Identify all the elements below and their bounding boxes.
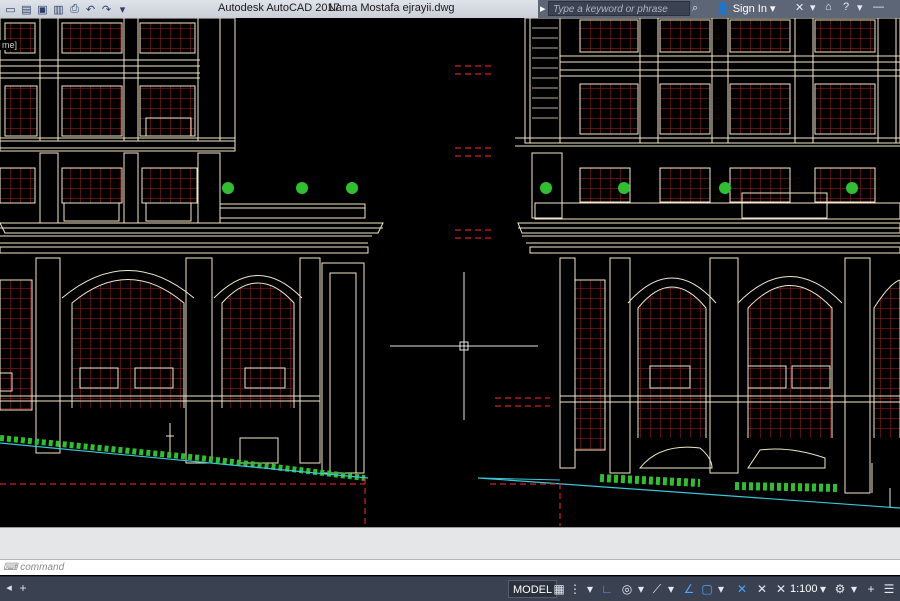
search-icon[interactable]: ⌕ xyxy=(692,1,706,16)
chevron-down-icon[interactable]: ▾ xyxy=(818,580,828,598)
new-icon[interactable]: ▭ xyxy=(4,3,17,16)
chevron-down-icon[interactable]: ▾ xyxy=(716,580,726,598)
chevron-down-icon[interactable]: ▾ xyxy=(849,580,859,598)
left-building xyxy=(0,18,384,474)
isodraft-icon[interactable]: ⟋ xyxy=(650,580,664,598)
customization-icon[interactable]: ☰ xyxy=(882,580,896,598)
ortho-icon[interactable]: ∟ xyxy=(600,580,614,598)
annotation-scale-icon[interactable]: ✕ xyxy=(774,580,788,598)
command-prompt: ⌨ xyxy=(3,562,21,573)
drawing-canvas[interactable]: me] xyxy=(0,18,900,526)
object-snap-tracking-icon[interactable]: ∠ xyxy=(682,580,696,598)
command-placeholder: command xyxy=(20,562,65,573)
title-bar: ▭ ▤ ▣ ▥ ⎙ ↶ ↷ ▾ Autodesk AutoCAD 2017 Na… xyxy=(0,0,900,19)
chevron-down-icon[interactable]: ▾ xyxy=(636,580,646,598)
right-building xyxy=(515,18,900,508)
model-space-button[interactable]: MODEL xyxy=(508,580,558,598)
annotation-scale-value[interactable]: 1:100 xyxy=(790,580,818,598)
save-icon[interactable]: ▣ xyxy=(36,3,49,16)
chevron-down-icon[interactable]: ▾ xyxy=(666,580,676,598)
annotation-monitor-icon[interactable]: + xyxy=(864,580,878,598)
object-snap-icon[interactable]: ▢ xyxy=(700,580,714,598)
cad-drawing xyxy=(0,18,900,526)
add-layout-icon[interactable]: + xyxy=(16,580,30,596)
status-bar: ◂ + MODEL ▦ ⋮ ▾ ∟ ◎ ▾ ⟋ ▾ ∠ ▢ ▾ ✕ ✕ ✕ 1:… xyxy=(0,576,900,601)
search-expand-icon[interactable]: ▸ xyxy=(540,2,546,15)
app-title: Autodesk AutoCAD 2017 xyxy=(218,2,340,14)
workspace-gear-icon[interactable]: ⚙ xyxy=(833,580,847,598)
exchange-icon[interactable]: ✕ xyxy=(795,1,804,14)
saveas-icon[interactable]: ▥ xyxy=(52,3,65,16)
command-input[interactable]: ⌨ command xyxy=(0,559,900,575)
undo-icon[interactable]: ↶ xyxy=(84,3,97,16)
user-icon: 👤 xyxy=(716,3,730,15)
print-icon[interactable]: ⎙ xyxy=(68,3,81,16)
layout-tabs-prev-icon[interactable]: ◂ xyxy=(2,580,16,596)
snap-icon[interactable]: ⋮ xyxy=(568,580,582,598)
chevron-down-icon: ▾ xyxy=(769,3,776,15)
command-history xyxy=(0,527,900,559)
chevron-down-icon[interactable]: ▾ xyxy=(585,580,595,598)
a360-icon[interactable]: ⌂ xyxy=(825,1,832,13)
auto-scale-icon[interactable]: ✕ xyxy=(755,580,769,598)
polar-tracking-icon[interactable]: ◎ xyxy=(620,580,634,598)
document-title: Nama Mostafa ejrayii.dwg xyxy=(328,2,455,14)
help-icon[interactable]: ? xyxy=(843,1,849,13)
grid-icon[interactable]: ▦ xyxy=(552,580,566,598)
redo-icon[interactable]: ↷ xyxy=(100,3,113,16)
annotation-visibility-icon[interactable]: ✕ xyxy=(735,580,749,598)
open-icon[interactable]: ▤ xyxy=(20,3,33,16)
sign-in-button[interactable]: 👤 Sign In ▾ xyxy=(716,2,776,16)
dropdown-icon[interactable]: ▾ xyxy=(116,3,129,16)
minimize-icon[interactable]: — xyxy=(873,1,884,13)
viewport-label[interactable]: me] xyxy=(0,40,20,50)
chevron-down-icon[interactable]: ▾ xyxy=(857,1,863,14)
search-input[interactable]: Type a keyword or phrase xyxy=(548,1,690,16)
sign-in-label: Sign In xyxy=(732,2,767,15)
planters-left xyxy=(222,182,358,194)
quick-access-toolbar: ▭ ▤ ▣ ▥ ⎙ ↶ ↷ ▾ xyxy=(0,0,129,18)
dropdown-icon[interactable]: ▾ xyxy=(810,1,816,14)
